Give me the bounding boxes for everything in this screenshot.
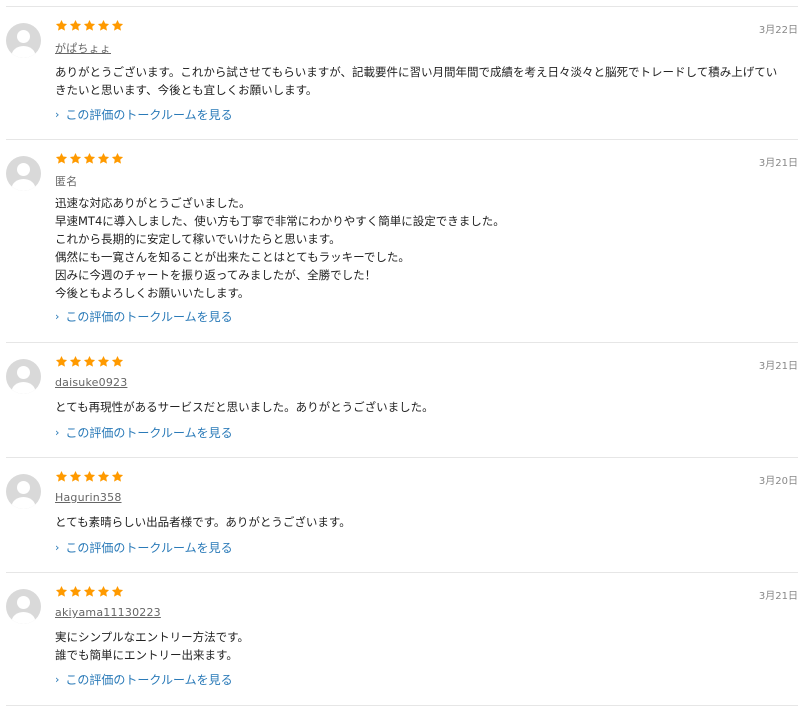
talkroom-link[interactable]: › この評価のトークルームを見る	[55, 106, 233, 123]
star-icon	[97, 355, 110, 367]
avatar[interactable]	[6, 474, 41, 509]
reviewer-name[interactable]: Hagurin358	[55, 491, 122, 504]
star-rating	[55, 19, 124, 34]
talkroom-link-label: この評価のトークルームを見る	[65, 673, 233, 687]
avatar[interactable]	[6, 359, 41, 394]
user-silhouette-icon	[11, 366, 36, 394]
review-date: 3月22日	[758, 25, 798, 36]
star-icon	[97, 152, 110, 164]
star-icon	[55, 152, 68, 164]
star-icon	[97, 19, 110, 31]
star-icon	[69, 355, 82, 367]
star-icon	[111, 470, 124, 482]
review-body: とても再現性があるサービスだと思いました。ありがとうございました。	[55, 398, 775, 416]
avatar[interactable]	[6, 156, 41, 191]
review-text-line: 偶然にも一寛さんを知ることが出来たことはとてもラッキーでした。	[55, 250, 410, 264]
chevron-right-icon: ›	[55, 541, 60, 554]
review-body: ありがとうございます。これから試させてもらいますが、記載要件に習い月間年間で成績…	[55, 63, 778, 99]
review-item: がぱちょょ 3月22日 ありがとうございます。これから試させてもらいますが、記載…	[6, 7, 798, 140]
star-icon	[55, 355, 68, 367]
user-silhouette-icon	[11, 596, 36, 624]
talkroom-link-label: この評価のトークルームを見る	[65, 310, 233, 324]
review-item: daisuke0923 3月21日 とても再現性があるサービスだと思いました。あ…	[6, 343, 798, 458]
star-icon	[97, 470, 110, 482]
star-icon	[83, 19, 96, 31]
review-text-line: これから長期的に安定して稼いでいけたらと思います。	[55, 232, 341, 246]
review-date: 3月21日	[758, 158, 798, 169]
review-text-line: 因みに今週のチャートを振り返ってみましたが、全勝でした！	[55, 268, 377, 282]
talkroom-link-label: この評価のトークルームを見る	[65, 426, 233, 440]
review-date: 3月21日	[758, 361, 798, 372]
star-icon	[69, 585, 82, 597]
review-item: Hagurin358 3月20日 とても素晴らしい出品者様です。ありがとうござい…	[6, 458, 798, 573]
star-icon	[111, 355, 124, 367]
talkroom-link[interactable]: › この評価のトークルームを見る	[55, 539, 233, 556]
review-text-line: とても再現性があるサービスだと思いました。ありがとうございました。	[55, 400, 434, 414]
chevron-right-icon: ›	[55, 673, 60, 686]
review-text-line: 早速MT4に導入しました、使い方も丁寧で非常にわかりやすく簡単に設定できました。	[55, 214, 505, 228]
star-icon	[111, 152, 124, 164]
star-icon	[97, 585, 110, 597]
user-silhouette-icon	[11, 163, 36, 191]
star-icon	[69, 470, 82, 482]
review-date: 3月20日	[758, 476, 798, 487]
chevron-right-icon: ›	[55, 108, 60, 121]
reviewer-name[interactable]: akiyama11130223	[55, 606, 161, 619]
talkroom-link[interactable]: › この評価のトークルームを見る	[55, 424, 233, 441]
review-text-line: 誰でも簡単にエントリー出来ます。	[55, 648, 238, 662]
avatar[interactable]	[6, 589, 41, 624]
review-text-line: きたいと思います、今後とも宜しくお願いします。	[55, 83, 318, 97]
reviewer-name[interactable]: daisuke0923	[55, 376, 127, 389]
review-list: がぱちょょ 3月22日 ありがとうございます。これから試させてもらいますが、記載…	[0, 0, 804, 711]
user-silhouette-icon	[11, 481, 36, 509]
review-text-line: 実にシンプルなエントリー方法です。	[55, 630, 250, 644]
user-silhouette-icon	[11, 30, 36, 58]
talkroom-link-label: この評価のトークルームを見る	[65, 108, 233, 122]
chevron-right-icon: ›	[55, 310, 60, 323]
reviewer-name[interactable]: がぱちょょ	[55, 40, 111, 56]
review-item: 匿名 3月21日 迅速な対応ありがとうございました。 早速MT4に導入しました、…	[6, 140, 798, 343]
star-icon	[111, 19, 124, 31]
star-icon	[55, 470, 68, 482]
star-icon	[83, 585, 96, 597]
star-rating	[55, 470, 124, 485]
star-icon	[83, 355, 96, 367]
star-rating	[55, 585, 124, 600]
star-icon	[83, 470, 96, 482]
review-body: 迅速な対応ありがとうございました。 早速MT4に導入しました、使い方も丁寧で非常…	[55, 194, 775, 302]
chevron-right-icon: ›	[55, 426, 60, 439]
avatar[interactable]	[6, 23, 41, 58]
star-icon	[55, 585, 68, 597]
star-rating	[55, 355, 124, 370]
star-rating	[55, 152, 124, 167]
review-date: 3月21日	[758, 591, 798, 602]
review-text-line: ありがとうございます。これから試させてもらいますが、記載要件に習い月間年間で成績…	[55, 65, 778, 79]
review-item: akiyama11130223 3月21日 実にシンプルなエントリー方法です。 …	[6, 573, 798, 706]
star-icon	[83, 152, 96, 164]
review-text-line: とても素晴らしい出品者様です。ありがとうございます。	[55, 515, 351, 529]
review-body: とても素晴らしい出品者様です。ありがとうございます。	[55, 513, 775, 531]
talkroom-link[interactable]: › この評価のトークルームを見る	[55, 308, 233, 325]
star-icon	[55, 19, 68, 31]
star-icon	[111, 585, 124, 597]
talkroom-link-label: この評価のトークルームを見る	[65, 541, 233, 555]
reviewer-name: 匿名	[55, 175, 78, 188]
star-icon	[69, 19, 82, 31]
review-text-line: 今後ともよろしくお願いいたします。	[55, 286, 250, 300]
talkroom-link[interactable]: › この評価のトークルームを見る	[55, 671, 233, 688]
star-icon	[69, 152, 82, 164]
review-body: 実にシンプルなエントリー方法です。 誰でも簡単にエントリー出来ます。	[55, 628, 775, 664]
review-text-line: 迅速な対応ありがとうございました。	[55, 196, 251, 210]
